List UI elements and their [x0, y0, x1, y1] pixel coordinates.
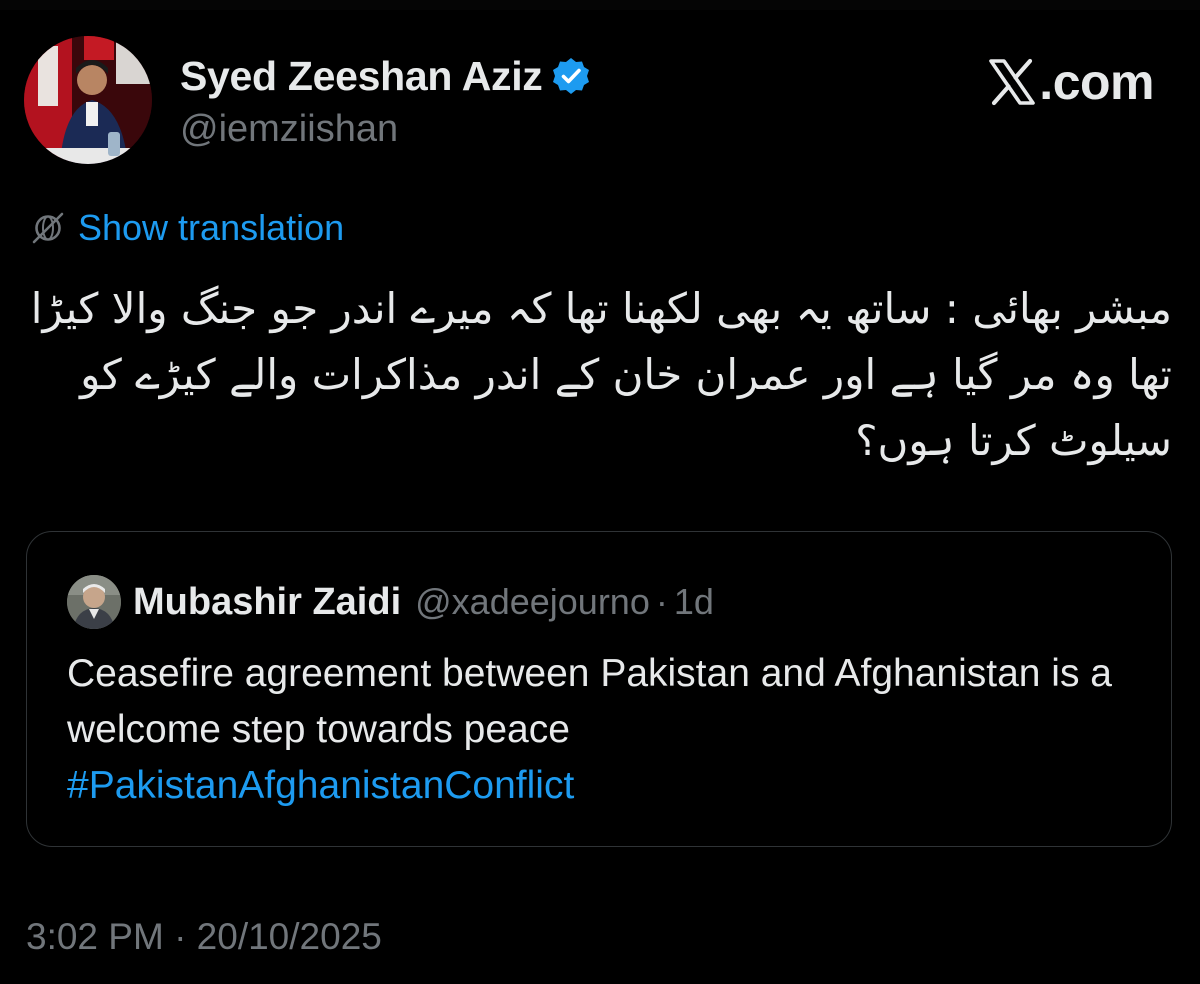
brand-domain-suffix: .com — [1039, 54, 1154, 110]
quoted-tweet-time[interactable]: 1d — [674, 581, 714, 623]
author-handle[interactable]: @iemziishan — [180, 108, 398, 151]
hashtag-link[interactable]: #PakistanAfghanistanConflict — [67, 758, 1137, 814]
verified-badge-icon — [551, 56, 591, 96]
quoted-author-handle[interactable]: @xadeejourno — [415, 581, 650, 623]
globe-icon — [30, 210, 66, 246]
quoted-avatar-photo — [67, 575, 121, 629]
quoted-tweet-card[interactable]: Mubashir Zaidi @xadeejourno · 1d Ceasefi… — [26, 531, 1172, 847]
author-name-row: Syed Zeeshan Aziz — [180, 46, 591, 106]
tweet-timestamp[interactable]: 3:02 PM · 20/10/2025 — [26, 916, 382, 958]
quoted-tweet-header: Mubashir Zaidi @xadeejourno · 1d — [67, 574, 714, 630]
quoted-author-avatar[interactable] — [67, 575, 121, 629]
avatar-photo — [24, 36, 152, 164]
quoted-tweet-text: Ceasefire agreement between Pakistan and… — [67, 646, 1137, 814]
top-divider — [0, 0, 1200, 10]
tweet-text: مبشر بھائی : ساتھ یہ بھی لکھنا تھا کہ می… — [30, 284, 1172, 465]
quoted-tweet-body: Ceasefire agreement between Pakistan and… — [67, 652, 1113, 751]
x-logo-icon — [987, 57, 1037, 107]
brand-watermark: .com — [987, 52, 1154, 112]
meta-separator: · — [655, 581, 668, 622]
translation-row: Show translation — [30, 204, 344, 252]
author-display-name[interactable]: Syed Zeeshan Aziz — [180, 53, 543, 100]
author-avatar[interactable] — [24, 36, 152, 164]
quoted-author-name[interactable]: Mubashir Zaidi — [133, 581, 401, 624]
show-translation-link[interactable]: Show translation — [78, 207, 344, 249]
